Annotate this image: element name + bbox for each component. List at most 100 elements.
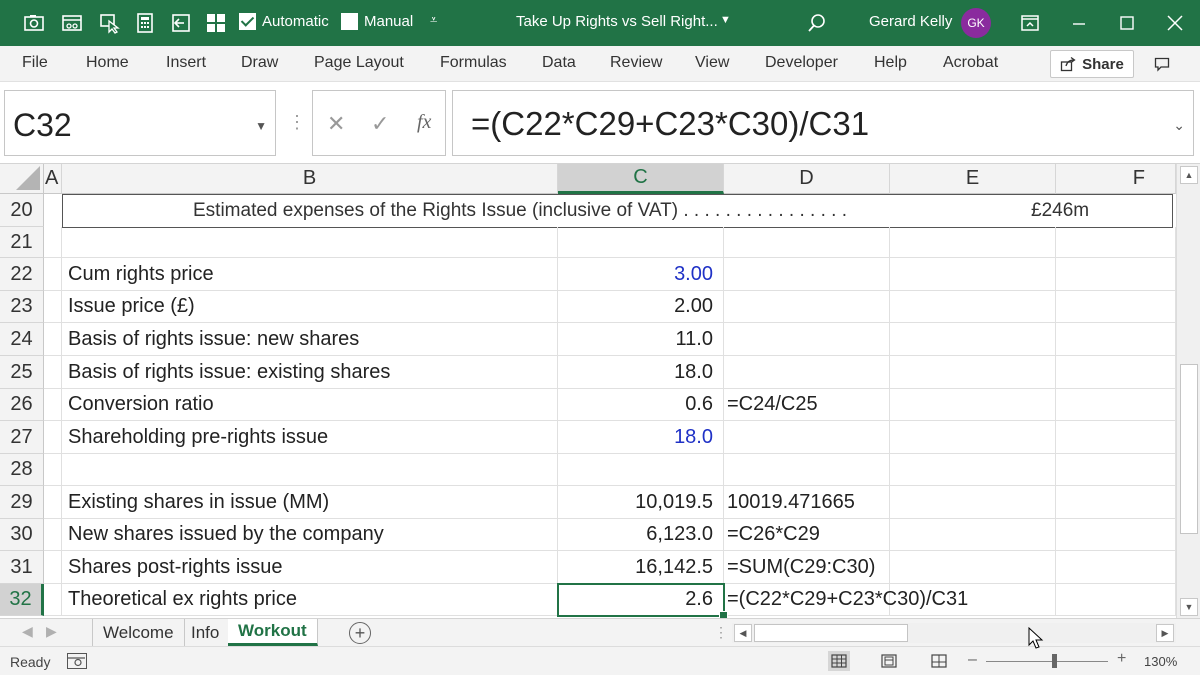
cell-e30[interactable] (890, 519, 1056, 551)
cell-a30[interactable] (44, 519, 62, 551)
tab-formulas[interactable]: Formulas (440, 54, 507, 72)
cell-b21[interactable] (62, 227, 558, 258)
column-header-f[interactable]: F (1056, 164, 1176, 194)
scroll-down-icon[interactable]: ▼ (1180, 598, 1198, 616)
cell-a28[interactable] (44, 454, 62, 486)
cell-a26[interactable] (44, 389, 62, 421)
previous-sheet-icon[interactable]: ◀ (22, 623, 33, 640)
cell-a23[interactable] (44, 291, 62, 323)
expand-formula-bar-icon[interactable]: ⌄ (1173, 117, 1185, 134)
cell-f32[interactable] (1056, 584, 1176, 616)
cell-d28[interactable] (724, 454, 890, 486)
cell-a24[interactable] (44, 323, 62, 356)
cell-f24[interactable] (1056, 323, 1176, 356)
normal-view-icon[interactable] (828, 651, 850, 671)
avatar[interactable]: GK (961, 8, 991, 38)
grid-view-icon[interactable] (204, 11, 228, 35)
document-title[interactable]: Take Up Rights vs Sell Right... (516, 13, 718, 30)
cell-e29[interactable] (890, 486, 1056, 519)
horizontal-scrollbar[interactable]: ◀ ▶ (732, 623, 1176, 643)
cell-b24[interactable]: Basis of rights issue: new shares (62, 323, 558, 356)
chevron-down-icon[interactable]: ▼ (255, 119, 267, 133)
cell-a31[interactable] (44, 551, 62, 584)
cell-c29[interactable]: 10,019.5 (558, 486, 724, 519)
cell-e32[interactable] (890, 584, 1056, 616)
tab-help[interactable]: Help (874, 54, 907, 72)
cell-d25[interactable] (724, 356, 890, 389)
search-icon[interactable] (805, 11, 829, 35)
cell-d32[interactable]: =(C22*C29+C23*C30)/C31 (724, 584, 968, 616)
calculator-icon[interactable] (133, 11, 157, 35)
row-header-selected[interactable]: 32 (0, 584, 44, 616)
cell-d21[interactable] (724, 227, 890, 258)
tab-data[interactable]: Data (542, 54, 576, 72)
share-button[interactable]: Share (1050, 50, 1134, 78)
scroll-right-icon[interactable]: ▶ (1156, 624, 1174, 642)
cell-c21[interactable] (558, 227, 724, 258)
cell-f25[interactable] (1056, 356, 1176, 389)
tab-developer[interactable]: Developer (765, 54, 838, 72)
cell-c30[interactable]: 6,123.0 (558, 519, 724, 551)
cell-f30[interactable] (1056, 519, 1176, 551)
cell-c23[interactable]: 2.00 (558, 291, 724, 323)
cell-b23[interactable]: Issue price (£) (62, 291, 558, 323)
vertical-scrollbar[interactable]: ▲ ▼ (1176, 164, 1200, 618)
horizontal-scroll-thumb[interactable] (754, 624, 908, 642)
cell-b25[interactable]: Basis of rights issue: existing shares (62, 356, 558, 389)
cell-c27[interactable]: 18.0 (558, 421, 724, 454)
zoom-out-button[interactable]: – (968, 651, 977, 669)
cell-b30[interactable]: New shares issued by the company (62, 519, 558, 551)
tab-page-layout[interactable]: Page Layout (314, 54, 404, 72)
cell-b32[interactable]: Theoretical ex rights price (62, 584, 558, 616)
cell-c31[interactable]: 16,142.5 (558, 551, 724, 584)
insert-function-button[interactable]: fx (417, 111, 431, 134)
customize-toolbar-icon[interactable]: ⩡ (430, 12, 437, 28)
row-header[interactable]: 29 (0, 486, 44, 519)
minimize-icon[interactable] (1067, 11, 1091, 35)
select-all-button[interactable] (0, 164, 44, 194)
cell-c26[interactable]: 0.6 (558, 389, 724, 421)
page-break-view-icon[interactable] (928, 651, 950, 671)
tab-view[interactable]: View (695, 54, 729, 72)
row-header[interactable]: 21 (0, 227, 44, 258)
automatic-checkbox[interactable] (239, 13, 256, 30)
cell-b26[interactable]: Conversion ratio (62, 389, 558, 421)
cell-a25[interactable] (44, 356, 62, 389)
exit-icon[interactable] (169, 11, 193, 35)
column-header-e[interactable]: E (890, 164, 1056, 194)
cell-e31[interactable] (890, 551, 1056, 584)
tab-draw[interactable]: Draw (241, 54, 278, 72)
tab-file[interactable]: File (22, 54, 48, 72)
cell-e27[interactable] (890, 421, 1056, 454)
comments-button[interactable] (1146, 52, 1178, 76)
tab-split-handle[interactable]: ⋮ (714, 624, 728, 641)
close-icon[interactable] (1163, 11, 1187, 35)
row-header[interactable]: 20 (0, 194, 44, 227)
cell-d31[interactable]: =SUM(C29:C30) (724, 551, 890, 584)
sheet-tab-info[interactable]: Info (181, 619, 231, 646)
cell-f28[interactable] (1056, 454, 1176, 486)
cell-a22[interactable] (44, 258, 62, 291)
page-layout-view-icon[interactable] (878, 651, 900, 671)
cancel-icon[interactable]: ✕ (327, 111, 345, 137)
camera-icon[interactable] (22, 11, 46, 35)
cell-b29[interactable]: Existing shares in issue (MM) (62, 486, 558, 519)
row-header[interactable]: 22 (0, 258, 44, 291)
macro-recording-icon[interactable] (67, 653, 87, 669)
cell-a21[interactable] (44, 227, 62, 258)
next-sheet-icon[interactable]: ▶ (46, 623, 57, 640)
cell-b31[interactable]: Shares post-rights issue (62, 551, 558, 584)
cell-d29[interactable]: 10019.471665 (724, 486, 890, 519)
manual-checkbox[interactable] (341, 13, 358, 30)
row-header[interactable]: 31 (0, 551, 44, 584)
chevron-down-icon[interactable]: ▼ (720, 14, 731, 26)
cell-d22[interactable] (724, 258, 890, 291)
scroll-up-icon[interactable]: ▲ (1180, 166, 1198, 184)
formula-bar-resize-handle[interactable]: ⋮ (288, 112, 306, 133)
zoom-slider-thumb[interactable] (1052, 654, 1057, 668)
cell-e28[interactable] (890, 454, 1056, 486)
cell-c24[interactable]: 11.0 (558, 323, 724, 356)
column-header-b[interactable]: B (62, 164, 558, 194)
column-header-c[interactable]: C (558, 164, 724, 194)
expenses-banner[interactable]: Estimated expenses of the Rights Issue (… (62, 194, 1173, 228)
